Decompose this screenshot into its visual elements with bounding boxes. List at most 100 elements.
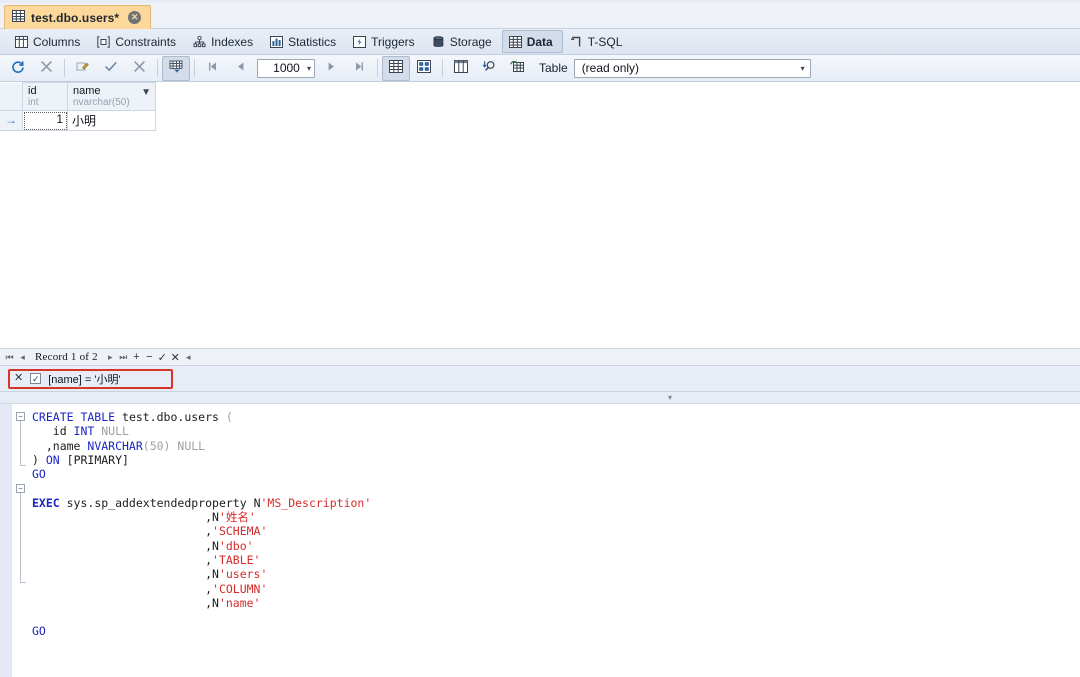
- document-tab-strip: test.dbo.users* ✕: [0, 0, 1080, 29]
- filter-icon[interactable]: ▼: [141, 87, 151, 98]
- current-row-indicator[interactable]: →: [0, 110, 23, 131]
- form-view-button[interactable]: [410, 56, 438, 81]
- ribbon-tab-indexes[interactable]: Indexes: [186, 30, 263, 53]
- pane-splitter[interactable]: ▾: [0, 392, 1080, 404]
- grid-column-header-name[interactable]: name nvarchar(50) ▼: [67, 82, 156, 111]
- data-grid-icon: [508, 35, 522, 48]
- previous-record-icon[interactable]: ◂: [16, 352, 29, 363]
- sql-token: (: [225, 410, 233, 424]
- next-record-icon[interactable]: ▸: [104, 352, 117, 363]
- last-record-icon[interactable]: ⏭: [117, 352, 130, 363]
- close-icon[interactable]: ✕: [128, 11, 142, 24]
- next-page-button[interactable]: [317, 56, 345, 81]
- delete-record-icon[interactable]: −: [143, 351, 156, 363]
- cancel-record-icon[interactable]: ✕: [169, 351, 182, 364]
- sql-line: id INT NULL: [32, 424, 1080, 438]
- sql-editor[interactable]: − − CREATE TABLE test.dbo.users ( id INT…: [0, 404, 1080, 677]
- toolbar-separator: [377, 59, 378, 77]
- fold-toggle-create-table[interactable]: −: [16, 412, 25, 421]
- row-count-spinner[interactable]: 1000 ▾: [257, 58, 315, 78]
- post-record-icon[interactable]: ✓: [156, 351, 169, 364]
- table-selector-combo[interactable]: (read only) ▾: [573, 58, 811, 78]
- prev-page-button[interactable]: [227, 56, 255, 81]
- ribbon-tab-data[interactable]: Data: [501, 30, 563, 53]
- rollback-button[interactable]: [125, 56, 153, 81]
- chevron-down-icon[interactable]: ▾: [801, 64, 805, 73]
- ribbon-tab-storage[interactable]: Storage: [425, 30, 502, 53]
- sql-token: ,N: [32, 595, 219, 610]
- sql-token: sys.sp_addextendedproperty: [66, 495, 254, 510]
- last-page-icon: [353, 61, 365, 75]
- last-page-button[interactable]: [345, 56, 373, 81]
- sql-line: ,'COLUMN': [32, 582, 1080, 596]
- add-record-icon[interactable]: +: [130, 351, 143, 363]
- ribbon-tab-label: Data: [526, 34, 553, 49]
- sql-line: ) ON [PRIMARY]: [32, 453, 1080, 467]
- sql-token: 'TABLE': [212, 552, 261, 567]
- first-page-button[interactable]: [199, 56, 227, 81]
- sql-line: GO: [32, 624, 1080, 638]
- sql-code-content[interactable]: CREATE TABLE test.dbo.users ( id INT NUL…: [32, 404, 1080, 677]
- chevron-down-icon[interactable]: ▾: [663, 393, 677, 402]
- sql-token: 'users': [218, 567, 268, 582]
- sql-line: [32, 610, 1080, 624]
- commit-button[interactable]: [97, 56, 125, 81]
- sql-token: EXEC: [32, 495, 67, 510]
- enable-filter-checkbox[interactable]: ✓: [30, 373, 42, 384]
- editor-change-bar: [0, 404, 12, 677]
- sql-line: [32, 481, 1080, 495]
- more-options-icon[interactable]: ◂: [182, 352, 195, 363]
- column-type: int: [28, 97, 39, 108]
- ribbon-tab-tsql[interactable]: T-SQL: [563, 30, 633, 53]
- ribbon-tab-columns[interactable]: Columns: [8, 30, 90, 53]
- sql-token: ON: [45, 452, 67, 467]
- sql-token: ,name: [32, 438, 88, 453]
- statistics-icon: [270, 35, 284, 48]
- sql-line: ,N'users': [32, 567, 1080, 581]
- sql-token: '姓名': [218, 510, 256, 525]
- ribbon-tab-statistics[interactable]: Statistics: [263, 30, 346, 53]
- ribbon-tab-label: Statistics: [288, 34, 337, 49]
- active-filter-highlight[interactable]: ✕ ✓ [name] = '小明': [8, 368, 173, 389]
- rollback-x-icon: [133, 60, 146, 76]
- refresh-button[interactable]: [4, 56, 32, 81]
- select-all-corner[interactable]: [0, 82, 23, 111]
- stop-button[interactable]: [32, 56, 60, 81]
- data-grid[interactable]: id int name nvarchar(50) ▼ → 1 小明: [0, 82, 156, 131]
- sql-token: test.dbo.users: [122, 410, 226, 424]
- stop-icon: [40, 60, 53, 76]
- table-row[interactable]: → 1 小明: [0, 110, 156, 131]
- edit-row-button[interactable]: [69, 56, 97, 81]
- column-view-button[interactable]: [447, 56, 475, 81]
- fold-end-tick: [20, 465, 26, 466]
- sql-token: INT: [73, 424, 102, 439]
- export-data-icon: [509, 60, 525, 76]
- toggle-filter-button[interactable]: [162, 55, 190, 81]
- clear-filter-icon[interactable]: ✕: [14, 373, 23, 384]
- sql-token: N: [253, 495, 261, 510]
- find-button[interactable]: [475, 56, 503, 81]
- filter-expression[interactable]: [name] = '小明': [48, 371, 120, 387]
- sql-token: ,N: [32, 567, 219, 582]
- first-record-icon[interactable]: ⏮: [3, 352, 16, 363]
- table-editor-window: test.dbo.users* ✕ Columns Constraints In…: [0, 0, 1080, 677]
- object-ribbon: Columns Constraints Indexes Statistics T…: [0, 29, 1080, 55]
- grid-cell-id[interactable]: 1: [22, 110, 68, 131]
- document-tab-test-dbo-users[interactable]: test.dbo.users* ✕: [4, 5, 152, 29]
- commit-check-icon: [104, 60, 118, 76]
- sql-line: GO: [32, 467, 1080, 481]
- toolbar-separator: [442, 59, 443, 77]
- indexes-icon: [193, 35, 206, 48]
- grid-cell-name[interactable]: 小明: [67, 110, 156, 131]
- table-icon: [12, 10, 25, 25]
- grid-column-header-id[interactable]: id int: [22, 82, 68, 111]
- grid-view-button[interactable]: [382, 55, 410, 81]
- ribbon-tab-constraints[interactable]: Constraints: [90, 30, 186, 53]
- editor-fold-margin[interactable]: − −: [12, 404, 32, 677]
- fold-toggle-exec[interactable]: −: [16, 484, 25, 493]
- export-data-button[interactable]: [503, 56, 531, 81]
- data-grid-pane[interactable]: id int name nvarchar(50) ▼ → 1 小明: [0, 82, 1080, 349]
- sql-token: 'dbo': [218, 538, 254, 553]
- chevron-down-icon[interactable]: ▾: [307, 64, 311, 73]
- ribbon-tab-triggers[interactable]: Triggers: [346, 30, 425, 53]
